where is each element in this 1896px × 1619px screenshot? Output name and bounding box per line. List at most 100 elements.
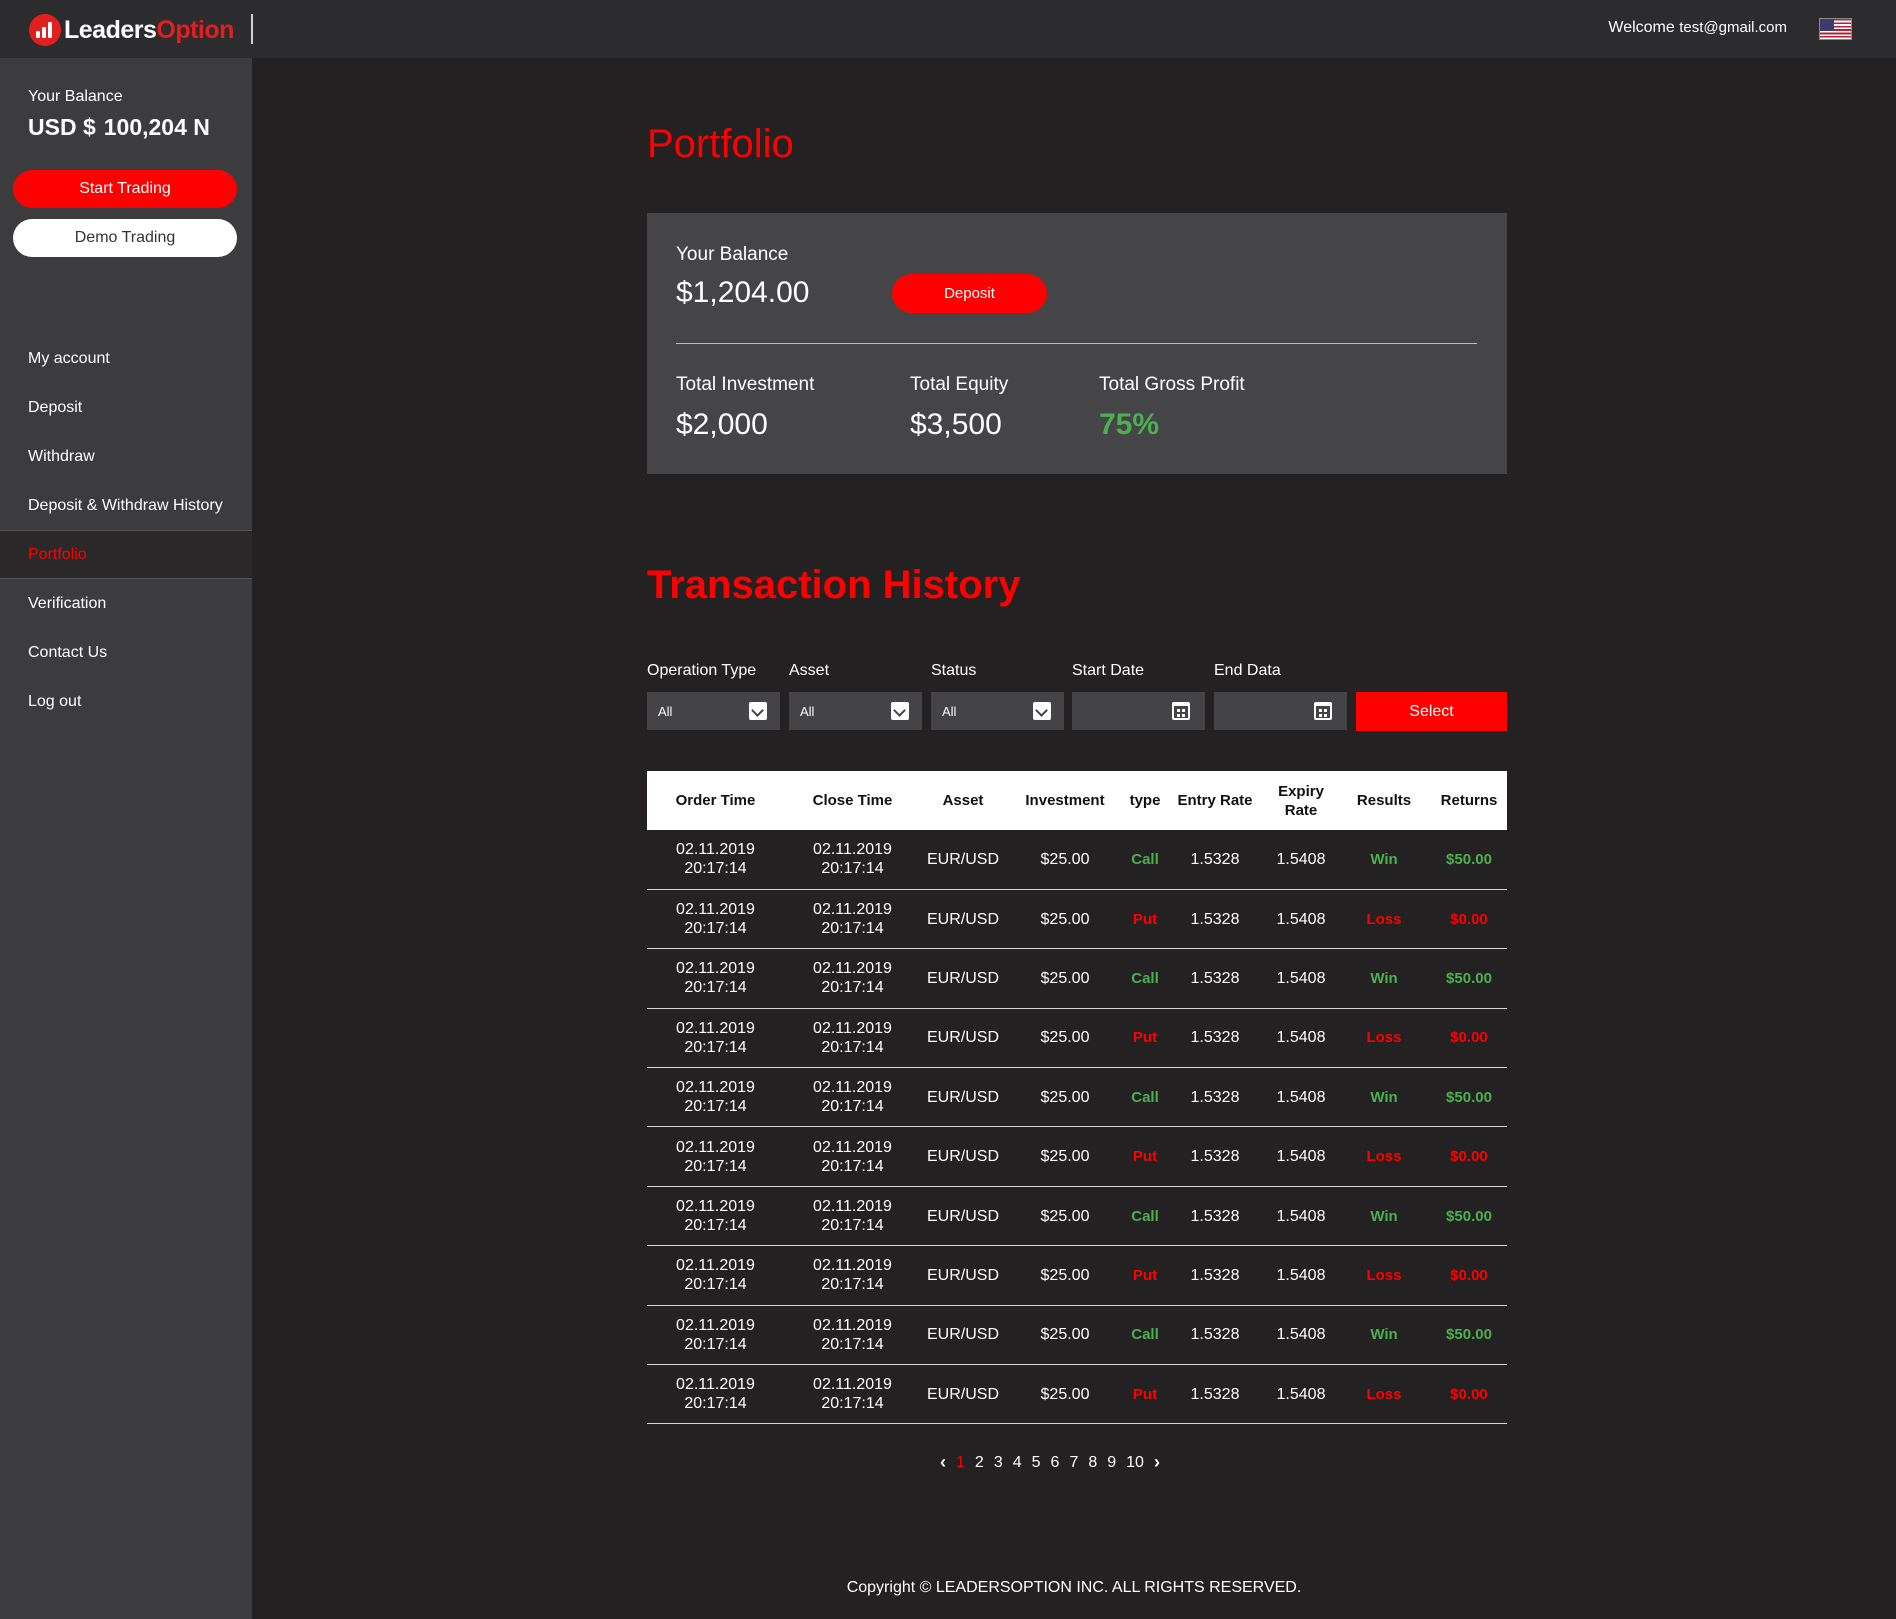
result-cell: Win [1370, 1326, 1398, 1344]
pagination-page-8[interactable]: 8 [1088, 1454, 1097, 1472]
sidebar-item-deposit-withdraw-history[interactable]: Deposit & Withdraw History [0, 481, 252, 530]
operation-type-select[interactable]: All [647, 692, 780, 730]
top-bar: LeadersOption Welcome test@gmail.com [0, 0, 1896, 58]
sidebar-item-withdraw[interactable]: Withdraw [0, 432, 252, 481]
total-equity-label: Total Equity [910, 374, 1009, 395]
status-value: All [942, 703, 957, 719]
expiry-rate-cell: 1.5408 [1276, 1326, 1326, 1344]
asset-cell: EUR/USD [926, 910, 999, 928]
status-label: Status [931, 662, 977, 679]
returns-cell: $50.00 [1446, 1088, 1492, 1106]
sidebar: Your Balance USD $ 100,204 N Start Tradin… [0, 58, 252, 1619]
table-row: 02.11.2019 20:17:14 02.11.2019 20:17:14 EU… [647, 830, 1507, 890]
entry-rate-cell: 1.5328 [1190, 1029, 1240, 1047]
chevron-down-icon [891, 702, 909, 720]
result-cell: Loss [1366, 1385, 1402, 1403]
returns-cell: $50.00 [1446, 850, 1492, 868]
deposit-button[interactable]: Deposit [892, 274, 1047, 313]
close-time-cell: 02.11.2019 20:17:14 [813, 1257, 892, 1294]
result-cell: Win [1370, 969, 1398, 987]
table-row: 02.11.2019 20:17:14 02.11.2019 20:17:14 EU… [647, 1068, 1507, 1127]
table-row: 02.11.2019 20:17:14 02.11.2019 20:17:14 EU… [647, 1305, 1507, 1365]
column-header-investment: Investment [1025, 792, 1105, 809]
footer-copyright: Copyright © LEADERSOPTION INC. ALL RIGHT… [846, 1579, 1302, 1596]
type-cell: Put [1132, 1148, 1158, 1166]
entry-rate-cell: 1.5328 [1190, 1266, 1240, 1284]
returns-cell: $50.00 [1446, 1326, 1492, 1344]
logo[interactable]: LeadersOption [29, 12, 234, 48]
start-trading-button[interactable]: Start Trading [13, 170, 237, 208]
investment-cell: $25.00 [1040, 910, 1090, 928]
pagination-next-icon[interactable]: › [1154, 1452, 1160, 1473]
result-cell: Win [1370, 1088, 1398, 1106]
sidebar-item-my-account[interactable]: My account [0, 334, 252, 383]
entry-rate-cell: 1.5328 [1190, 1148, 1240, 1166]
returns-cell: $0.00 [1450, 1029, 1488, 1047]
pagination-page-5[interactable]: 5 [1032, 1454, 1041, 1472]
pagination-page-1[interactable]: 1 [956, 1454, 965, 1472]
investment-cell: $25.00 [1040, 1207, 1090, 1225]
start-date-input[interactable] [1072, 692, 1205, 730]
returns-cell: $50.00 [1446, 1207, 1492, 1225]
result-cell: Loss [1366, 1266, 1402, 1284]
total-investment-label: Total Investment [676, 374, 815, 395]
portfolio-summary-card: Your Balance $1,204.00 Deposit Total Inv… [647, 213, 1507, 474]
end-date-input[interactable] [1214, 692, 1347, 730]
header-divider [251, 14, 253, 44]
investment-cell: $25.00 [1040, 1148, 1090, 1166]
select-button[interactable]: Select [1356, 692, 1507, 731]
order-time-cell: 02.11.2019 20:17:14 [676, 901, 755, 938]
status-select[interactable]: All [931, 692, 1064, 730]
investment-cell: $25.00 [1040, 1266, 1090, 1284]
column-header-type: type [1129, 792, 1161, 809]
demo-trading-button[interactable]: Demo Trading [13, 219, 237, 257]
asset-label: Asset [789, 662, 830, 679]
pagination-page-7[interactable]: 7 [1069, 1454, 1078, 1472]
asset-select[interactable]: All [789, 692, 922, 730]
sidebar-item-portfolio[interactable]: Portfolio [0, 530, 252, 579]
expiry-rate-cell: 1.5408 [1276, 1266, 1326, 1284]
column-header-close-time: Close Time [812, 792, 893, 809]
sidebar-item-contact-us[interactable]: Contact Us [0, 628, 252, 677]
asset-cell: EUR/USD [926, 969, 999, 987]
close-time-cell: 02.11.2019 20:17:14 [813, 901, 892, 938]
balance-value: $1,204.00 [676, 276, 810, 309]
investment-cell: $25.00 [1040, 1385, 1090, 1403]
pagination-page-2[interactable]: 2 [975, 1454, 984, 1472]
pagination-page-4[interactable]: 4 [1013, 1454, 1022, 1472]
sidebar-balance-label: Your Balance [28, 88, 123, 105]
us-flag-icon[interactable] [1819, 18, 1852, 40]
pagination-prev-icon[interactable]: ‹ [940, 1452, 946, 1473]
logo-text-leaders: Leaders [64, 15, 157, 44]
table-row: 02.11.2019 20:17:14 02.11.2019 20:17:14 EU… [647, 1127, 1507, 1187]
sidebar-item-log-out[interactable]: Log out [0, 677, 252, 726]
expiry-rate-cell: 1.5408 [1276, 910, 1326, 928]
expiry-rate-cell: 1.5408 [1276, 1207, 1326, 1225]
investment-cell: $25.00 [1040, 850, 1090, 868]
close-time-cell: 02.11.2019 20:17:14 [813, 1019, 892, 1056]
sidebar-nav: My account Deposit Withdraw Deposit & Wi… [0, 334, 252, 726]
transaction-table-body: 02.11.2019 20:17:14 02.11.2019 20:17:14 EU… [647, 830, 1507, 1424]
table-row: 02.11.2019 20:17:14 02.11.2019 20:17:14 EU… [647, 1186, 1507, 1246]
calendar-icon[interactable] [1172, 702, 1190, 720]
sidebar-item-deposit[interactable]: Deposit [0, 383, 252, 432]
pagination-page-10[interactable]: 10 [1126, 1454, 1144, 1472]
calendar-icon[interactable] [1314, 702, 1332, 720]
asset-cell: EUR/USD [926, 1207, 999, 1225]
expiry-rate-cell: 1.5408 [1276, 1385, 1326, 1403]
chevron-down-icon [1033, 702, 1051, 720]
start-date-label: Start Date [1072, 662, 1145, 679]
sidebar-item-verification[interactable]: Verification [0, 579, 252, 628]
type-cell: Put [1132, 1029, 1158, 1047]
pagination-page-6[interactable]: 6 [1051, 1454, 1060, 1472]
type-cell: Call [1131, 850, 1159, 868]
entry-rate-cell: 1.5328 [1190, 850, 1240, 868]
total-investment-value: $2,000 [676, 408, 768, 441]
order-time-cell: 02.11.2019 20:17:14 [676, 841, 755, 878]
order-time-cell: 02.11.2019 20:17:14 [676, 1316, 755, 1353]
pagination-page-3[interactable]: 3 [994, 1454, 1003, 1472]
type-cell: Put [1132, 910, 1158, 928]
close-time-cell: 02.11.2019 20:17:14 [813, 841, 892, 878]
pagination-page-9[interactable]: 9 [1107, 1454, 1116, 1472]
expiry-rate-cell: 1.5408 [1276, 1088, 1326, 1106]
